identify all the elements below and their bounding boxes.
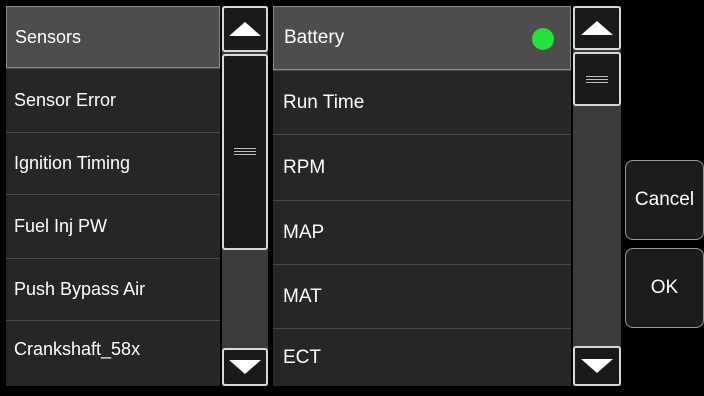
list-item-label: RPM xyxy=(283,156,326,178)
right-scroll-down-button[interactable] xyxy=(573,346,621,386)
list-item-label: Crankshaft_58x xyxy=(14,339,141,359)
left-scrollbar[interactable] xyxy=(222,6,268,386)
list-item-mat[interactable]: MAT xyxy=(273,264,571,328)
list-item-label: Ignition Timing xyxy=(14,153,131,173)
cancel-button-label: Cancel xyxy=(634,189,695,210)
cancel-button[interactable]: Cancel xyxy=(625,160,704,240)
triangle-down-icon xyxy=(229,360,261,374)
list-item-label: Fuel Inj PW xyxy=(14,216,108,236)
list-item-label: Battery xyxy=(284,27,345,48)
ok-button-label: OK xyxy=(650,277,679,298)
list-item-battery[interactable]: Battery xyxy=(273,6,571,70)
list-item-label: MAP xyxy=(283,221,325,243)
list-item-push-bypass-air[interactable]: Push Bypass Air xyxy=(6,258,220,320)
ok-button[interactable]: OK xyxy=(625,248,704,328)
list-item-run-time[interactable]: Run Time xyxy=(273,70,571,134)
triangle-up-icon xyxy=(581,21,613,35)
list-item-fuel-inj-pw[interactable]: Fuel Inj PW xyxy=(6,194,220,258)
right-scroll-thumb[interactable] xyxy=(573,52,621,106)
triangle-down-icon xyxy=(581,359,613,373)
status-dot xyxy=(532,28,554,50)
list-item-label: ECT xyxy=(283,346,321,368)
list-item-ignition-timing[interactable]: Ignition Timing xyxy=(6,132,220,194)
left-scroll-up-button[interactable] xyxy=(222,6,268,52)
right-scrollbar[interactable] xyxy=(573,6,621,386)
list-item-sensors[interactable]: Sensors xyxy=(6,6,220,68)
dialog: Sensors Sensor Error Ignition Timing Fue… xyxy=(0,0,704,396)
list-item-crankshaft-58x[interactable]: Crankshaft_58x xyxy=(6,320,220,386)
triangle-up-icon xyxy=(229,22,261,36)
sensor-list: Battery Run Time RPM MAP MAT ECT xyxy=(273,6,571,386)
right-scroll-up-button[interactable] xyxy=(573,6,621,50)
list-item-sensor-error[interactable]: Sensor Error xyxy=(6,68,220,132)
sensor-category-list: Sensors Sensor Error Ignition Timing Fue… xyxy=(6,6,220,386)
list-item-rpm[interactable]: RPM xyxy=(273,134,571,200)
list-item-label: Run Time xyxy=(283,91,365,113)
list-item-label: Sensors xyxy=(15,26,82,47)
grip-icon xyxy=(586,76,608,85)
list-item-label: Push Bypass Air xyxy=(14,279,146,299)
list-item-ect[interactable]: ECT xyxy=(273,328,571,386)
list-item-label: Sensor Error xyxy=(14,90,117,110)
list-item-map[interactable]: MAP xyxy=(273,200,571,264)
left-scroll-down-button[interactable] xyxy=(222,348,268,386)
list-item-label: MAT xyxy=(283,285,322,307)
left-scroll-thumb[interactable] xyxy=(222,54,268,250)
grip-icon xyxy=(234,148,256,157)
